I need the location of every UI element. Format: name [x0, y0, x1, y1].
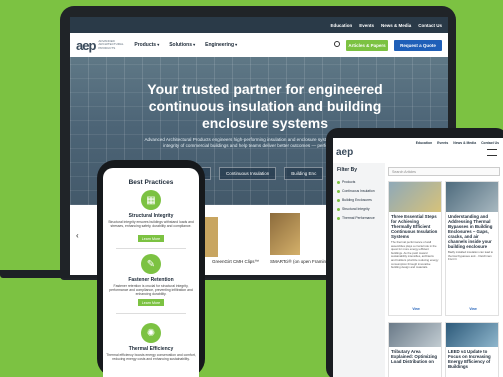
article-title[interactable]: LEED v4 Update to Focus on Increasing En… [446, 347, 498, 371]
laptop-topbar: Education Events News & Media Contact Us [70, 17, 448, 33]
topbar-link-news[interactable]: News & Media [453, 141, 476, 145]
article-image [389, 323, 441, 347]
tablet-topbar: Education Events News & Media Contact Us [333, 138, 503, 147]
nav-solutions[interactable]: Solutions [169, 42, 195, 48]
section-heading: Fastener Retention [128, 277, 174, 283]
learn-more-button[interactable]: Learn More [138, 235, 164, 242]
filter-item[interactable]: Building Enclosures [337, 198, 372, 202]
article-card[interactable]: Three Essential Steps for Achieving Ther… [388, 181, 442, 316]
hamburger-menu-icon[interactable] [487, 149, 497, 156]
section-body: Structural integrity ensures buildings w… [108, 220, 194, 229]
divider [116, 248, 186, 249]
topbar-link-education[interactable]: Education [330, 23, 352, 28]
article-image [446, 323, 498, 347]
learn-more-button[interactable]: Learn More [138, 299, 164, 306]
filter-item[interactable]: Structural Integrity [337, 207, 370, 211]
nav-products[interactable]: Products [134, 42, 159, 48]
topbar-link-events[interactable]: Events [437, 141, 448, 145]
product-label-clips[interactable]: GreenGirt CMH Clips™ [212, 259, 259, 264]
hero-tab-building-enclosure[interactable]: Building Enc [284, 167, 324, 180]
logo-tagline: ADVANCED ARCHITECTURAL PRODUCTS [98, 38, 124, 50]
filter-item[interactable]: Continuous Insulation [337, 189, 375, 193]
request-quote-button[interactable]: Request a Quote [394, 40, 442, 51]
article-title[interactable]: Tributary Area Explained: Optimizing Loa… [389, 347, 441, 366]
tablet-screen: Education Events News & Media Contact Us… [333, 138, 503, 377]
laptop-navbar: aep ADVANCED ARCHITECTURAL PRODUCTS Prod… [70, 33, 448, 57]
site-logo[interactable]: aep ADVANCED ARCHITECTURAL PRODUCTS [76, 38, 124, 53]
phone-screen: Best Practices ▦ Structural Integrity St… [103, 168, 199, 377]
product-image-smartci [270, 213, 300, 255]
product-label-smartci[interactable]: SMARTci® (on open Framing) [270, 259, 330, 264]
carousel-prev-icon[interactable]: ‹ [76, 231, 79, 240]
article-search-input[interactable]: Search Articles [388, 167, 500, 176]
article-image [389, 182, 441, 212]
article-excerpt: The thermal performance of wall assembli… [391, 240, 439, 270]
hero-title: Your trusted partner for engineered cont… [147, 81, 383, 131]
article-card[interactable]: Understanding and Addressing Thermal Byp… [445, 181, 499, 316]
article-card[interactable]: LEED v4 Update to Focus on Increasing En… [445, 322, 499, 377]
logo-mark: aep [76, 37, 96, 53]
topbar-link-education[interactable]: Education [416, 141, 432, 145]
article-excerpt: Badly installed insulation can lead to t… [448, 250, 494, 262]
section-body: Fastener retention is crucial for struct… [109, 284, 193, 297]
filter-item[interactable]: Thermal Performance [337, 216, 375, 220]
nav-engineering[interactable]: Engineering [205, 42, 237, 48]
topbar-link-contact[interactable]: Contact Us [418, 23, 442, 28]
view-link[interactable]: View [389, 307, 443, 311]
fastener-icon: ✎ [141, 254, 161, 274]
structure-icon: ▦ [141, 190, 161, 210]
article-title[interactable]: Understanding and Addressing Thermal Byp… [446, 212, 498, 251]
section-body: Thermal efficiency boosts energy conserv… [106, 353, 196, 362]
filter-title: Filter By [337, 167, 358, 173]
topbar-link-news[interactable]: News & Media [381, 23, 411, 28]
search-icon[interactable] [334, 41, 340, 47]
article-image [446, 182, 498, 212]
article-title[interactable]: Three Essential Steps for Achieving Ther… [389, 212, 441, 241]
hero-tab-continuous-insulation[interactable]: Continuous Insulation [219, 167, 277, 180]
best-practices-title: Best Practices [128, 179, 174, 186]
view-link[interactable]: View [446, 307, 500, 311]
section-heading: Structural Integrity [128, 213, 174, 219]
topbar-link-events[interactable]: Events [359, 23, 374, 28]
filter-item[interactable]: Products [337, 180, 355, 184]
section-heading: Thermal Efficiency [128, 346, 174, 352]
filter-sidebar: Filter By Products Continuous Insulation… [333, 163, 385, 377]
articles-papers-button[interactable]: Articles & Papers [346, 40, 388, 51]
tablet-logo[interactable]: aep [336, 147, 353, 158]
divider [116, 313, 186, 314]
article-card[interactable]: Tributary Area Explained: Optimizing Loa… [388, 322, 442, 377]
topbar-link-contact[interactable]: Contact Us [481, 141, 499, 145]
energy-icon: ✺ [141, 323, 161, 343]
